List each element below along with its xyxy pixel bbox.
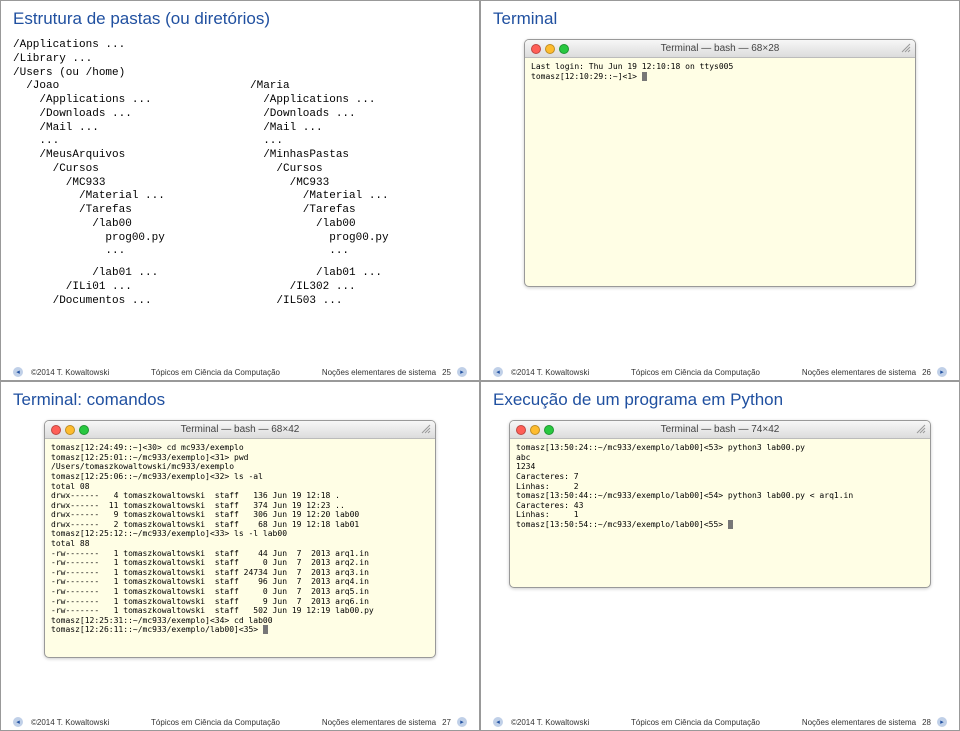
terminal-text: tomasz[12:24:49::~]<30> cd mc933/exemplo…: [51, 443, 374, 634]
slide-26: Terminal Terminal — bash — 68×28 Last lo…: [480, 0, 960, 381]
resize-icon: [916, 424, 926, 434]
footer-mid: Tópicos em Ciência da Computação: [151, 368, 280, 377]
tree-bottom-right: /lab01 ... /IL302 ... /IL503 ...: [250, 267, 467, 308]
resize-icon: [901, 43, 911, 53]
slide-number: 27: [442, 718, 451, 727]
close-icon[interactable]: [516, 425, 526, 435]
terminal-text: Last login: Thu Jun 19 12:10:18 on ttys0…: [531, 62, 733, 81]
terminal-text: tomasz[13:50:24::~/mc933/exemplo/lab00]<…: [516, 443, 853, 529]
terminal-window: Terminal — bash — 68×28 Last login: Thu …: [524, 39, 916, 287]
terminal-body[interactable]: tomasz[12:24:49::~]<30> cd mc933/exemplo…: [45, 439, 435, 657]
slide-title: Terminal: comandos: [13, 390, 467, 410]
slide-number: 26: [922, 368, 931, 377]
folder-tree-bottom: /lab01 ... /ILi01 ... /Documentos ... /l…: [13, 267, 467, 308]
cursor-icon: [728, 520, 733, 529]
slide-25: Estrutura de pastas (ou diretórios) /App…: [0, 0, 480, 381]
tree-right: /Maria /Applications ... /Downloads ... …: [250, 39, 467, 259]
terminal-title: Terminal — bash — 68×28: [525, 43, 915, 54]
slide-28: Execução de um programa em Python Termin…: [480, 381, 960, 731]
terminal-titlebar: Terminal — bash — 68×42: [45, 421, 435, 439]
zoom-icon[interactable]: [544, 425, 554, 435]
close-icon[interactable]: [531, 44, 541, 54]
next-icon[interactable]: ▸: [937, 717, 947, 727]
prev-icon[interactable]: ◂: [13, 717, 23, 727]
slide-footer: ◂ ©2014 T. Kowaltowski Tópicos em Ciênci…: [13, 367, 467, 377]
next-icon[interactable]: ▸: [937, 367, 947, 377]
slide-footer: ◂ ©2014 T. Kowaltowski Tópicos em Ciênci…: [493, 367, 947, 377]
footer-mid: Tópicos em Ciência da Computação: [631, 368, 760, 377]
slide-number: 25: [442, 368, 451, 377]
footer-right: Noções elementares de sistema: [322, 718, 436, 727]
prev-icon[interactable]: ◂: [493, 367, 503, 377]
prev-icon[interactable]: ◂: [13, 367, 23, 377]
footer-right: Noções elementares de sistema: [802, 368, 916, 377]
terminal-body[interactable]: Last login: Thu Jun 19 12:10:18 on ttys0…: [525, 58, 915, 286]
footer-right: Noções elementares de sistema: [322, 368, 436, 377]
zoom-icon[interactable]: [559, 44, 569, 54]
close-icon[interactable]: [51, 425, 61, 435]
prev-icon[interactable]: ◂: [493, 717, 503, 727]
terminal-title: Terminal — bash — 68×42: [45, 424, 435, 435]
footer-copy: ©2014 T. Kowaltowski: [511, 718, 589, 727]
terminal-titlebar: Terminal — bash — 74×42: [510, 421, 930, 439]
slide-number: 28: [922, 718, 931, 727]
slide-title: Terminal: [493, 9, 947, 29]
footer-copy: ©2014 T. Kowaltowski: [31, 368, 109, 377]
footer-copy: ©2014 T. Kowaltowski: [31, 718, 109, 727]
next-icon[interactable]: ▸: [457, 717, 467, 727]
tree-bottom-left: /lab01 ... /ILi01 ... /Documentos ...: [13, 267, 230, 308]
terminal-window: Terminal — bash — 74×42 tomasz[13:50:24:…: [509, 420, 931, 588]
slide-title: Execução de um programa em Python: [493, 390, 947, 410]
cursor-icon: [642, 72, 647, 81]
slide-footer: ◂ ©2014 T. Kowaltowski Tópicos em Ciênci…: [13, 717, 467, 727]
terminal-titlebar: Terminal — bash — 68×28: [525, 40, 915, 58]
footer-mid: Tópicos em Ciência da Computação: [151, 718, 280, 727]
slide-27: Terminal: comandos Terminal — bash — 68×…: [0, 381, 480, 731]
minimize-icon[interactable]: [65, 425, 75, 435]
terminal-body[interactable]: tomasz[13:50:24::~/mc933/exemplo/lab00]<…: [510, 439, 930, 587]
tree-left: /Applications ... /Library ... /Users (o…: [13, 39, 230, 259]
terminal-title: Terminal — bash — 74×42: [510, 424, 930, 435]
resize-icon: [421, 424, 431, 434]
minimize-icon[interactable]: [545, 44, 555, 54]
footer-right: Noções elementares de sistema: [802, 718, 916, 727]
slide-title: Estrutura de pastas (ou diretórios): [13, 9, 467, 29]
zoom-icon[interactable]: [79, 425, 89, 435]
slide-footer: ◂ ©2014 T. Kowaltowski Tópicos em Ciênci…: [493, 717, 947, 727]
footer-mid: Tópicos em Ciência da Computação: [631, 718, 760, 727]
next-icon[interactable]: ▸: [457, 367, 467, 377]
minimize-icon[interactable]: [530, 425, 540, 435]
footer-copy: ©2014 T. Kowaltowski: [511, 368, 589, 377]
terminal-window: Terminal — bash — 68×42 tomasz[12:24:49:…: [44, 420, 436, 658]
cursor-icon: [263, 625, 268, 634]
folder-tree: /Applications ... /Library ... /Users (o…: [13, 39, 467, 259]
